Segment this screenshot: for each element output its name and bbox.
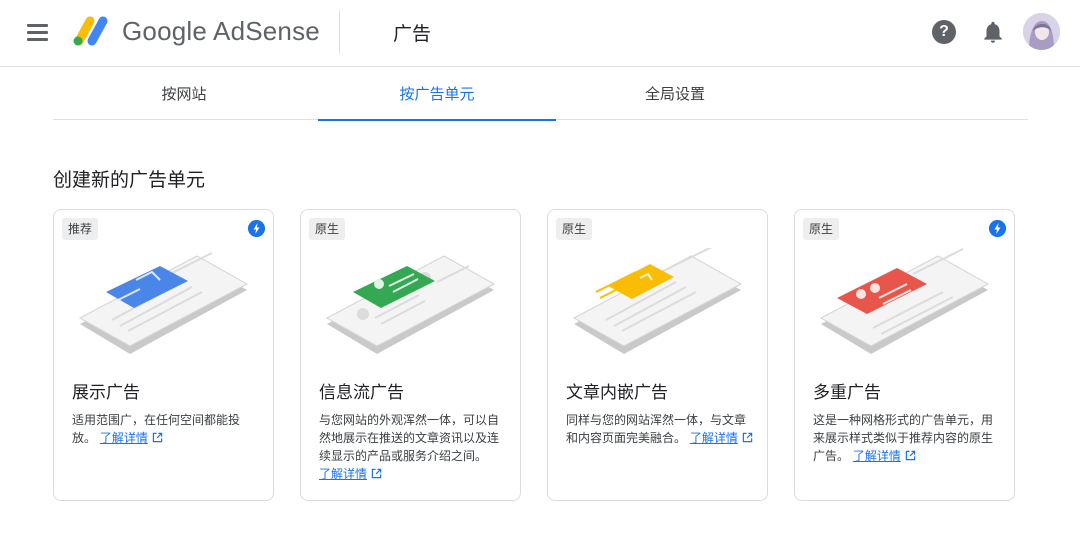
menu-icon[interactable] (22, 20, 54, 44)
card-description-text: 这是一种网格形式的广告单元，用来展示样式类似于推荐内容的原生广告。 (813, 413, 994, 463)
native-badge: 原生 (803, 218, 840, 240)
native-badge: 原生 (556, 218, 593, 240)
card-description: 与您网站的外观浑然一体，可以自然地展示在推送的文章资讯以及连续显示的产品或服务介… (319, 411, 507, 483)
lightning-bolt-icon (989, 220, 1006, 237)
tab-by-site[interactable]: 按网站 (65, 68, 303, 120)
page-title: 广告 (393, 23, 432, 45)
display-ad-illustration (78, 252, 249, 354)
card-title: 展示广告 (72, 383, 140, 403)
notifications-bell-icon[interactable] (980, 19, 1006, 45)
header-divider (339, 10, 340, 54)
account-avatar[interactable] (1023, 13, 1060, 50)
tab-bar: 按网站 按广告单元 全局设置 (53, 68, 1028, 121)
card-title: 信息流广告 (319, 383, 404, 403)
lightning-bolt-icon (248, 220, 265, 237)
native-badge: 原生 (309, 218, 346, 240)
inarticle-ad-card[interactable]: 原生 文章内嵌广告 同样与您的网站浑然一体，与文章和内容页面完美融合。 了解详情 (547, 209, 768, 501)
card-description: 同样与您的网站浑然一体，与文章和内容页面完美融合。 了解详情 (566, 411, 754, 447)
card-description: 这是一种网格形式的广告单元，用来展示样式类似于推荐内容的原生广告。 了解详情 (813, 411, 1001, 465)
multiplex-ad-illustration (819, 248, 990, 354)
card-description-text: 与您网站的外观浑然一体，可以自然地展示在推送的文章资讯以及连续显示的产品或服务介… (319, 413, 500, 463)
display-ad-card[interactable]: 推荐 展示广告 适用范围广，在任何空间都能投放。 了解详情 (53, 209, 274, 501)
inarticle-ad-illustration (572, 248, 743, 354)
external-link-icon (371, 468, 382, 479)
top-app-bar: Google AdSense 广告 ? (0, 0, 1080, 67)
recommended-badge: 推荐 (62, 218, 99, 240)
tab-global-settings[interactable]: 全局设置 (556, 68, 794, 120)
learn-more-link[interactable]: 了解详情 (690, 431, 738, 445)
adsense-logo-icon (73, 16, 108, 46)
help-icon[interactable]: ? (932, 20, 956, 44)
learn-more-link[interactable]: 了解详情 (319, 467, 367, 481)
external-link-icon (152, 432, 163, 443)
learn-more-link[interactable]: 了解详情 (853, 449, 901, 463)
infeed-ad-card[interactable]: 原生 信息流广告 与您网站的外观浑然一体，可以自然地展示在推送的文章资讯以及连续… (300, 209, 521, 501)
external-link-icon (742, 432, 753, 443)
card-description: 适用范围广，在任何空间都能投放。 了解详情 (72, 411, 260, 447)
card-title: 文章内嵌广告 (566, 383, 668, 403)
tab-by-ad-unit[interactable]: 按广告单元 (318, 68, 556, 121)
multiplex-ad-card[interactable]: 原生 多重广告 这是一种网格形式的广告单元，用来展示样式类似于推荐内容的原生广告… (794, 209, 1015, 501)
infeed-ad-illustration (325, 255, 496, 354)
card-title: 多重广告 (813, 383, 881, 403)
section-title: 创建新的广告单元 (53, 169, 206, 191)
external-link-icon (905, 450, 916, 461)
brand-name: Google AdSense (122, 16, 320, 46)
learn-more-link[interactable]: 了解详情 (100, 431, 148, 445)
